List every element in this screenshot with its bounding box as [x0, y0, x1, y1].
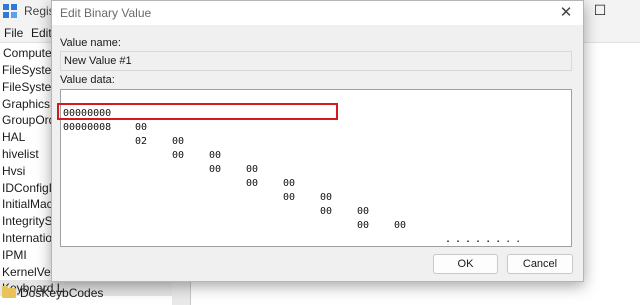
hex-byte[interactable]: 00 [172, 135, 184, 149]
hex-byte[interactable]: 00 [209, 163, 221, 177]
hex-byte[interactable]: 00 [246, 177, 258, 191]
tree-item-hal[interactable]: HAL [2, 129, 25, 145]
hex-byte[interactable]: 00 [209, 149, 221, 163]
tree-item-doskeybcodes[interactable]: DosKeybCodes [2, 285, 103, 303]
hex-byte[interactable]: 00 [135, 121, 147, 135]
menu-file[interactable]: File [4, 26, 23, 40]
cancel-button[interactable]: Cancel [507, 254, 573, 274]
hex-byte[interactable]: 02 [135, 135, 147, 149]
edit-binary-value-dialog: Edit Binary Value ✕ Value name: New Valu… [51, 0, 584, 282]
hex-byte[interactable]: 00 [172, 149, 184, 163]
hex-byte[interactable]: 00 [357, 219, 369, 233]
ok-button[interactable]: OK [433, 254, 498, 274]
hex-byte[interactable]: 00 [394, 219, 406, 233]
tree-item-ipmi[interactable]: IPMI [2, 247, 27, 263]
hex-byte[interactable]: 00 [357, 205, 369, 219]
value-name-label: Value name: [60, 37, 121, 49]
hex-byte[interactable]: 00 [283, 177, 295, 191]
tree-item-hivelist[interactable]: hivelist [2, 146, 39, 162]
menu-edit[interactable]: Edit [31, 26, 52, 40]
dialog-titlebar[interactable]: Edit Binary Value ✕ [52, 1, 583, 25]
tree-item-doskeybcodes-label: DosKeybCodes [20, 286, 104, 300]
hex-byte[interactable]: 00 [320, 191, 332, 205]
folder-icon [2, 286, 16, 298]
screen: Regis ☐ File Edit Computer FileSystem Fi… [0, 0, 640, 305]
value-data-label: Value data: [60, 74, 115, 86]
value-name-field: New Value #1 [60, 51, 572, 71]
tree-item-idconfigdb[interactable]: IDConfigD [2, 180, 57, 196]
close-icon[interactable]: ✕ [555, 3, 577, 23]
address-text: Computer [3, 46, 56, 60]
hex-byte[interactable]: 00 [246, 163, 258, 177]
highlight-annotation-box [57, 103, 338, 120]
dialog-title: Edit Binary Value [60, 6, 152, 20]
registry-app-icon [3, 4, 17, 18]
hex-address: 00000008 [63, 122, 112, 133]
tree-item-hvsi[interactable]: Hvsi [2, 163, 25, 179]
hex-ascii: ...... [445, 234, 506, 245]
hex-byte[interactable]: 00 [283, 191, 295, 205]
maximize-icon[interactable]: ☐ [590, 2, 610, 19]
hex-byte[interactable]: 00 [320, 205, 332, 219]
